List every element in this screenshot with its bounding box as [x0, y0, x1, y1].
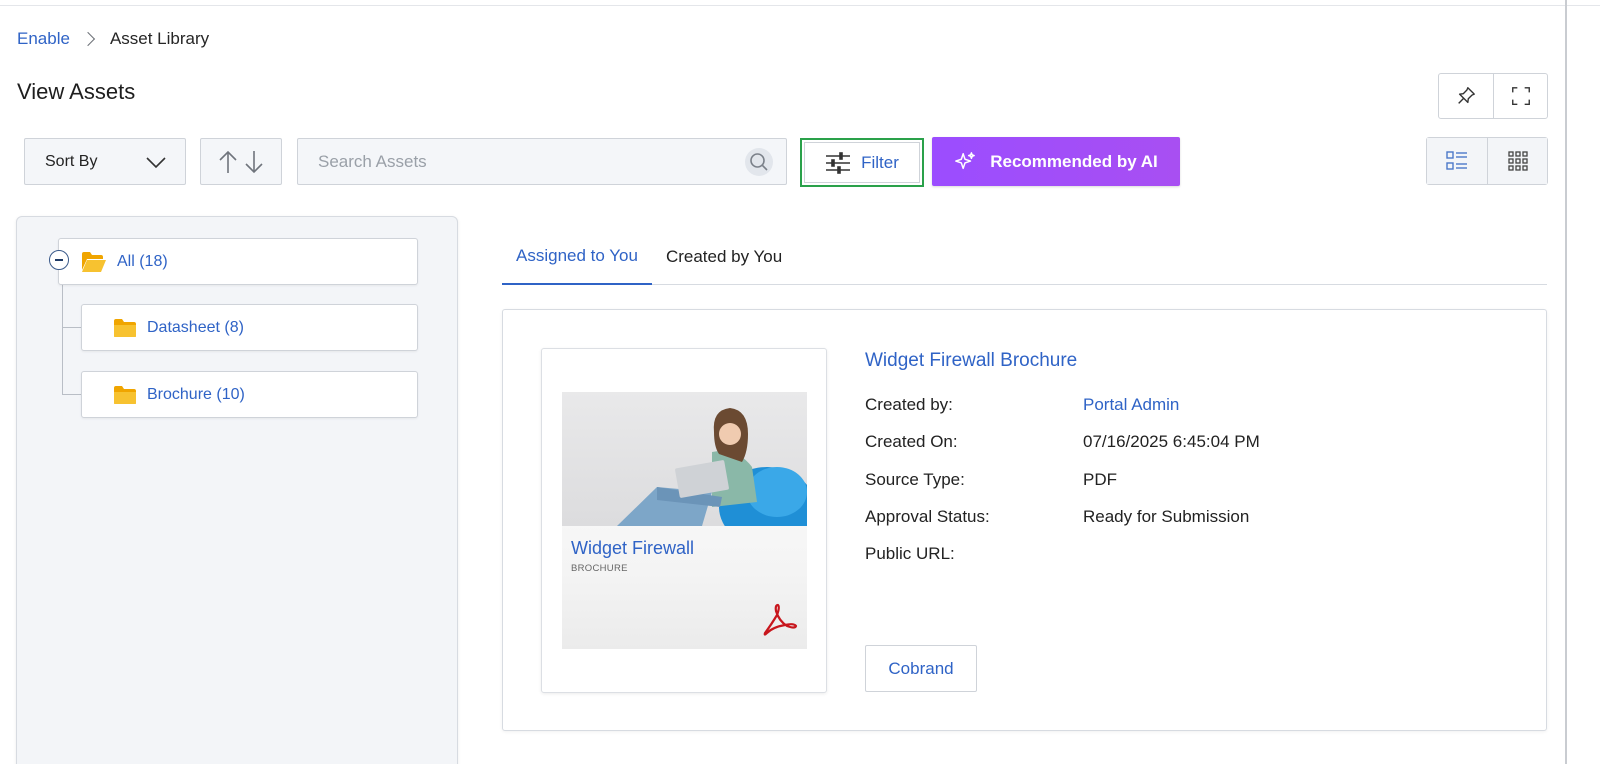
cobrand-button[interactable]: Cobrand — [865, 645, 977, 692]
asset-title-link[interactable]: Widget Firewall Brochure — [865, 350, 1077, 372]
arrow-up-icon — [219, 150, 237, 173]
page-title: View Assets — [17, 79, 136, 104]
tree-node-label: All (18) — [117, 252, 168, 270]
tree-connector — [62, 327, 81, 328]
source-type-value: PDF — [1083, 470, 1117, 489]
grid-view-icon — [1507, 151, 1528, 171]
page-scroll-edge — [1565, 0, 1567, 764]
asset-tabs: Assigned to You Created by You — [502, 228, 1547, 285]
pdf-icon — [763, 603, 798, 636]
filter-label: Filter — [861, 152, 899, 172]
fullscreen-button[interactable] — [1493, 74, 1547, 118]
chevron-down-icon — [146, 157, 166, 169]
chevron-right-icon — [70, 29, 110, 49]
sort-by-label: Sort By — [45, 152, 98, 170]
breadcrumb: Enable Asset Library — [17, 29, 209, 49]
tab-assigned-to-you[interactable]: Assigned to You — [502, 228, 652, 285]
ai-button-label: Recommended by AI — [990, 151, 1158, 171]
folder-open-icon — [81, 251, 107, 273]
tree-node-brochure[interactable]: Brochure (10) — [81, 371, 418, 418]
breadcrumb-enable-link[interactable]: Enable — [17, 29, 70, 49]
view-mode-toggle — [1426, 137, 1548, 185]
search-icon — [750, 153, 768, 171]
list-view-button[interactable] — [1427, 138, 1487, 184]
grid-view-button[interactable] — [1487, 138, 1547, 184]
created-on-label: Created On: — [865, 432, 958, 451]
asset-card: Widget Firewall BROCHURE Widget Firewall… — [502, 309, 1547, 731]
fullscreen-icon — [1511, 87, 1530, 105]
filter-button[interactable]: Filter — [800, 138, 924, 187]
tree-node-datasheet[interactable]: Datasheet (8) — [81, 304, 418, 351]
tree-node-all[interactable]: All (18) — [58, 238, 418, 285]
arrow-down-icon — [245, 150, 263, 173]
cover-photo-image — [562, 392, 807, 526]
search-input[interactable] — [298, 139, 728, 184]
top-divider — [0, 0, 1600, 6]
breadcrumb-current: Asset Library — [109, 29, 210, 48]
search-box — [297, 138, 787, 185]
brochure-cover: Widget Firewall BROCHURE — [562, 392, 807, 649]
approval-status-label: Approval Status: — [865, 507, 990, 526]
tree-connector — [62, 394, 81, 395]
source-type-label: Source Type: — [865, 470, 965, 489]
search-button[interactable] — [745, 148, 773, 176]
approval-status-value: Ready for Submission — [1083, 507, 1250, 526]
sort-direction-toggle[interactable] — [200, 138, 282, 185]
cover-title: Widget Firewall — [571, 538, 695, 558]
tree-node-label: Brochure (10) — [147, 385, 245, 403]
cover-subtitle: BROCHURE — [571, 563, 628, 574]
public-url-label: Public URL: — [865, 544, 955, 563]
pin-button[interactable] — [1439, 74, 1493, 118]
sort-by-dropdown[interactable]: Sort By — [24, 138, 186, 185]
created-by-label: Created by: — [865, 395, 953, 414]
tree-node-label: Datasheet (8) — [147, 318, 244, 336]
created-by-value[interactable]: Portal Admin — [1083, 395, 1179, 415]
folder-icon — [113, 318, 137, 338]
folder-tree-panel: All (18) Datasheet (8) Brochure (10) — [16, 216, 458, 764]
page-actions — [1438, 73, 1548, 119]
collapse-icon[interactable] — [49, 250, 69, 270]
sparkles-icon — [955, 151, 976, 169]
tab-created-by-you[interactable]: Created by You — [652, 228, 796, 285]
tree-connector — [62, 285, 63, 395]
created-on-value: 07/16/2025 6:45:04 PM — [1083, 432, 1260, 451]
sliders-icon — [826, 151, 851, 174]
asset-thumbnail[interactable]: Widget Firewall BROCHURE — [541, 348, 827, 693]
list-view-icon — [1446, 151, 1467, 170]
pin-icon — [1458, 87, 1475, 104]
folder-icon — [113, 385, 137, 405]
recommended-by-ai-button[interactable]: Recommended by AI — [932, 137, 1180, 186]
